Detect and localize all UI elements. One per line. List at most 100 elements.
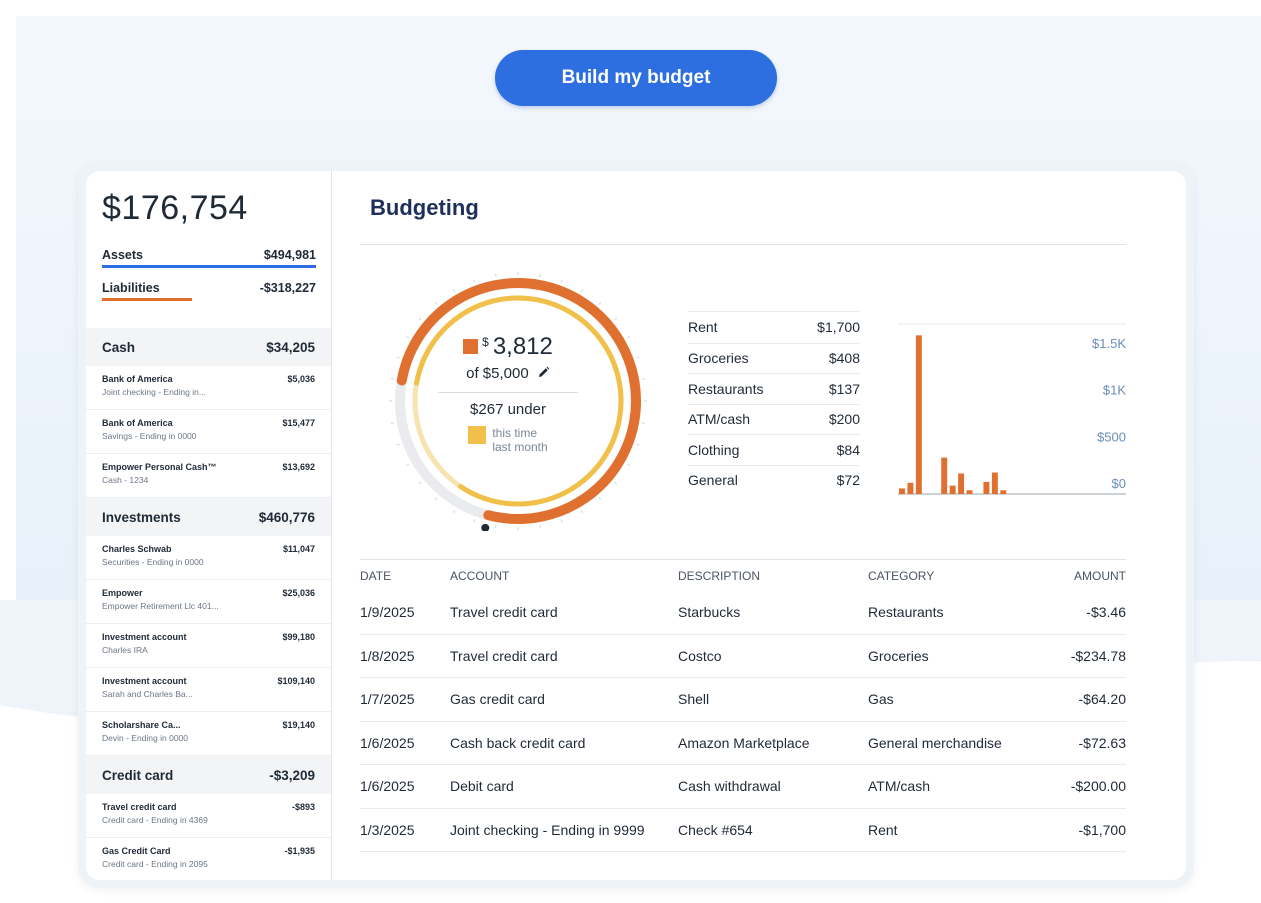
- donut-tick: [598, 301, 602, 305]
- header-date[interactable]: DATE: [360, 569, 450, 583]
- account-value: $15,477: [282, 418, 315, 428]
- y-tick-label: $500: [1097, 429, 1126, 444]
- cell-amount: -$200.00: [1070, 778, 1126, 795]
- group-cash[interactable]: Cash $34,205: [86, 328, 331, 366]
- account-detail: Credit card - Ending in 4369: [102, 815, 208, 825]
- donut-tick: [434, 497, 438, 501]
- account-row[interactable]: Gas Credit Card -$1,935 Credit card - End…: [86, 838, 331, 880]
- donut-tick: [626, 336, 630, 339]
- cell-date: 1/6/2025: [360, 734, 415, 751]
- category-value: $137: [828, 380, 860, 397]
- cell-description: Shell: [678, 691, 710, 708]
- y-tick-label: $1.5K: [1092, 336, 1126, 351]
- account-row[interactable]: Empower $25,036 Empower Retirement Llc 40…: [86, 580, 331, 624]
- cell-category: ATM/cash: [868, 778, 930, 795]
- account-row[interactable]: Scholarshare Ca... $19,140 Devin - Ending…: [86, 712, 331, 756]
- category-row[interactable]: Clothing $84: [688, 434, 860, 465]
- account-row[interactable]: Investment account $99,180 Charles IRA: [86, 624, 331, 668]
- donut-tick: [539, 524, 541, 529]
- budget-target[interactable]: of $5,000: [408, 365, 608, 382]
- category-row[interactable]: Rent $1,700: [688, 312, 860, 343]
- donut-tick: [641, 378, 646, 380]
- header-category[interactable]: CATEGORY: [868, 569, 1038, 583]
- liabilities-value: -$318,227: [259, 281, 316, 295]
- build-my-budget-button[interactable]: Build my budget: [495, 50, 777, 106]
- category-row[interactable]: General $72: [688, 464, 860, 496]
- donut-tick: [641, 422, 646, 424]
- group-investments[interactable]: Investments $460,776: [86, 498, 331, 536]
- account-name: Empower: [102, 588, 143, 598]
- donut-tick: [473, 279, 476, 283]
- chart-bar: [907, 482, 914, 494]
- assets-row[interactable]: Assets $494,981: [102, 248, 316, 262]
- table-row[interactable]: 1/8/2025 Travel credit card Costco Groce…: [360, 635, 1126, 678]
- chart-bar: [958, 473, 965, 494]
- table-row[interactable]: 1/9/2025 Travel credit card Starbucks Re…: [360, 591, 1126, 635]
- cell-account: Travel credit card: [450, 604, 558, 621]
- cell-description: Cash withdrawal: [678, 778, 781, 795]
- header-account[interactable]: ACCOUNT: [450, 569, 678, 583]
- donut-tick: [418, 317, 422, 321]
- header-amount[interactable]: AMOUNT: [1038, 569, 1126, 583]
- category-name: Groceries: [688, 350, 749, 367]
- donut-tick: [453, 509, 456, 513]
- cell-amount: -$3.46: [1086, 604, 1126, 621]
- category-row[interactable]: Restaurants $137: [688, 373, 860, 404]
- category-row[interactable]: ATM/cash $200: [688, 403, 860, 435]
- donut-tick: [453, 289, 456, 293]
- account-detail: Securities - Ending in 0000: [102, 557, 204, 567]
- group-credit-card[interactable]: Credit card -$3,209: [86, 756, 331, 794]
- pencil-icon[interactable]: [537, 366, 550, 379]
- account-value: $11,047: [282, 544, 315, 554]
- category-name: Restaurants: [688, 380, 764, 397]
- account-value: $99,180: [282, 632, 315, 642]
- table-row[interactable]: 1/3/2025 Joint checking - Ending in 9999…: [360, 809, 1126, 852]
- account-detail: Charles IRA: [102, 645, 148, 655]
- table-row[interactable]: 1/6/2025 Debit card Cash withdrawal ATM/…: [360, 765, 1126, 809]
- budget-panel: Budgeting $ 3,812 of $5,000 $267 under t…: [332, 171, 1186, 880]
- category-list: Rent $1,700 Groceries $408 Restaurants $137…: [688, 312, 860, 495]
- category-row[interactable]: Groceries $408: [688, 342, 860, 374]
- account-name: Empower Personal Cash™: [102, 462, 217, 472]
- donut-tick: [390, 378, 395, 380]
- account-detail: Devin - Ending in 0000: [102, 733, 189, 743]
- cell-account: Gas credit card: [450, 691, 545, 708]
- account-row[interactable]: Travel credit card -$893 Credit card - En…: [86, 794, 331, 838]
- account-value: $25,036: [282, 588, 315, 598]
- cell-description: Check #654: [678, 821, 753, 838]
- account-value: $13,692: [282, 462, 315, 472]
- account-row[interactable]: Bank of America $15,477 Savings - Ending …: [86, 410, 331, 454]
- chart-bar: [966, 490, 973, 494]
- assets-label: Assets: [102, 248, 143, 262]
- account-value: -$893: [291, 802, 315, 812]
- cell-account: Cash back credit card: [450, 734, 586, 751]
- donut-tick: [560, 519, 563, 523]
- spent-swatch: [463, 339, 479, 354]
- cell-amount: -$64.20: [1078, 691, 1126, 708]
- account-row[interactable]: Bank of America $5,036 Joint checking - E…: [86, 366, 331, 410]
- page-title: Budgeting: [370, 195, 479, 220]
- donut-tick: [473, 519, 476, 523]
- account-detail: Empower Retirement Llc 401...: [102, 601, 219, 611]
- account-row[interactable]: Empower Personal Cash™ $13,692 Cash - 123…: [86, 454, 331, 498]
- donut-tick: [396, 443, 400, 446]
- cell-description: Amazon Marketplace: [678, 734, 810, 751]
- table-row[interactable]: 1/7/2025 Gas credit card Shell Gas -$64.…: [360, 678, 1126, 722]
- header-description[interactable]: DESCRIPTION: [678, 569, 868, 583]
- account-name: Bank of America: [102, 418, 173, 428]
- donut-tick: [539, 273, 541, 278]
- assets-value: $494,981: [263, 248, 316, 262]
- account-row[interactable]: Investment account $109,140 Sarah and Cha…: [86, 668, 331, 712]
- account-row[interactable]: Charles Schwab $11,047 Securities - Endin…: [86, 536, 331, 580]
- account-name: Bank of America: [102, 374, 173, 384]
- donut-tick: [396, 356, 400, 359]
- cell-description: Starbucks: [678, 604, 741, 621]
- cell-date: 1/3/2025: [360, 821, 415, 838]
- account-name: Charles Schwab: [102, 544, 172, 554]
- title-divider: [360, 244, 1126, 245]
- group-name: Investments: [102, 509, 181, 525]
- under-budget-label: $267 under: [470, 401, 546, 418]
- liabilities-row[interactable]: Liabilities -$318,227: [102, 281, 316, 295]
- table-row[interactable]: 1/6/2025 Cash back credit card Amazon Ma…: [360, 722, 1126, 765]
- y-tick-label: $1K: [1103, 383, 1126, 398]
